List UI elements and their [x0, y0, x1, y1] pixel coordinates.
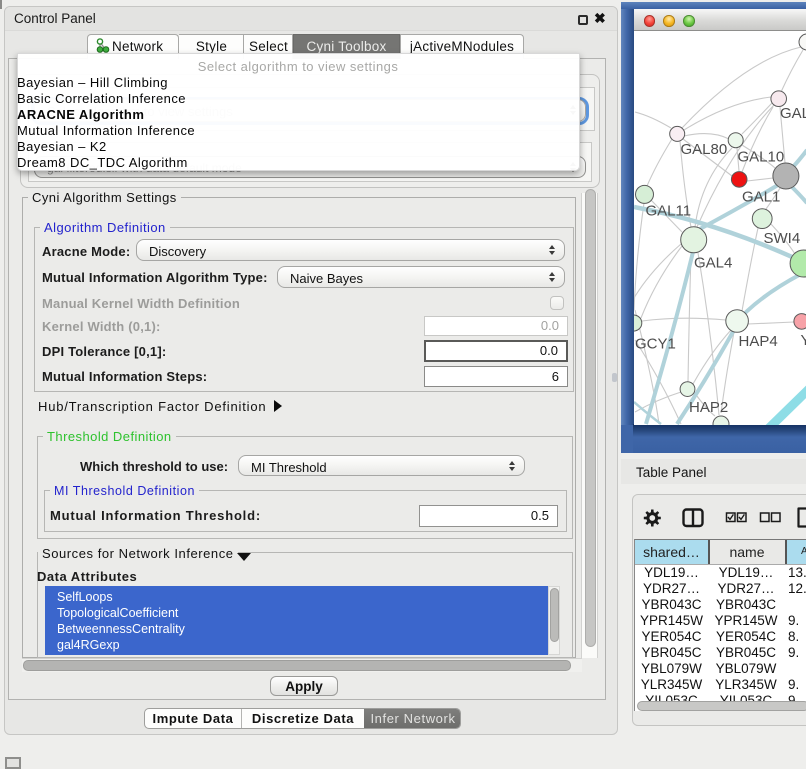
svg-text:HAP4: HAP4 — [738, 333, 777, 350]
svg-text:GCY1: GCY1 — [635, 336, 676, 353]
svg-text:HAP2: HAP2 — [689, 399, 728, 416]
svg-text:GAL4: GAL4 — [694, 255, 732, 272]
svg-text:SWI4: SWI4 — [763, 230, 800, 247]
svg-text:GAL80: GAL80 — [680, 141, 727, 158]
svg-text:GAL11: GAL11 — [645, 203, 691, 220]
svg-text:GAL2: GAL2 — [780, 105, 806, 122]
svg-text:GAL1: GAL1 — [742, 189, 780, 206]
svg-text:YJ: YJ — [800, 332, 806, 349]
svg-text:GAL10: GAL10 — [737, 149, 784, 166]
